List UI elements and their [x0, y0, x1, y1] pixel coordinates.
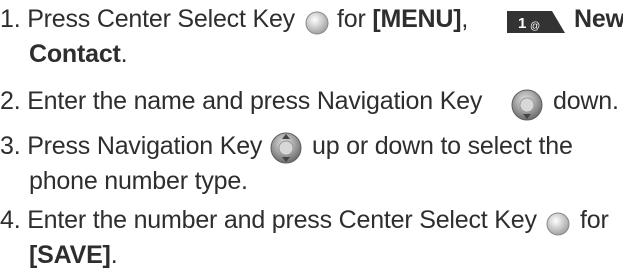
down-text: down. [553, 87, 619, 115]
step-2-line-1: 2. Enter the name and press Navigation K… [0, 84, 482, 119]
step-text: Enter the name and press Navigation Key [27, 87, 483, 115]
period: . [110, 241, 118, 269]
step-1-line-1-end: New [574, 2, 623, 37]
step-1: 1. Press Center Select Key for [MENU], 1… [0, 0, 623, 76]
step-number: 1. [0, 5, 21, 33]
step-4: 4. Enter the number and press Center Sel… [0, 201, 623, 277]
step-text-cont: up or down to select the [312, 132, 573, 160]
key-badge-sub: @ [530, 21, 540, 32]
menu-label: [MENU] [372, 5, 462, 33]
navigation-key-updown-icon [270, 132, 302, 164]
step-text: Press Navigation Key [27, 132, 263, 160]
center-select-key-icon [546, 212, 570, 236]
period: . [120, 40, 128, 68]
step-3-line-1-end: up or down to select the [312, 129, 573, 164]
step-4-line-2: [SAVE]. [29, 238, 118, 273]
step-3-line-2: phone number type. [29, 164, 248, 199]
navigation-key-down-icon [511, 89, 543, 121]
step-3-line-1: 3. Press Navigation Key [0, 129, 262, 164]
step-2-line-1-end: down. [553, 84, 619, 119]
step-4-line-1: 4. Enter the number and press Center Sel… [0, 203, 537, 238]
key-badge-digit: 1 [518, 15, 526, 32]
step-number: 2. [0, 87, 21, 115]
step-text: Press Center Select Key [27, 5, 295, 33]
for-text: for [337, 5, 366, 33]
step-number: 4. [0, 206, 21, 234]
step-2: 2. Enter the name and press Navigation K… [0, 82, 623, 122]
step-1-line-1-cont: for [MENU], [337, 2, 468, 37]
step-4-line-1-end: for [580, 203, 609, 238]
contact-label: Contact [29, 40, 121, 68]
step-3: 3. Press Navigation Key up or down to se… [0, 127, 623, 203]
key-1-badge-icon: 1 @ [505, 8, 567, 36]
for-text: for [580, 206, 609, 234]
comma: , [461, 5, 469, 33]
phone-type-text: phone number type. [29, 167, 248, 195]
step-text: Enter the number and press Center Select… [27, 206, 537, 234]
center-select-key-icon [305, 11, 329, 35]
save-label: [SAVE] [29, 241, 111, 269]
step-1-line-1: 1. Press Center Select Key [0, 2, 295, 37]
step-1-line-2: Contact. [29, 37, 128, 72]
new-label: New [574, 5, 623, 33]
step-number: 3. [0, 132, 21, 160]
